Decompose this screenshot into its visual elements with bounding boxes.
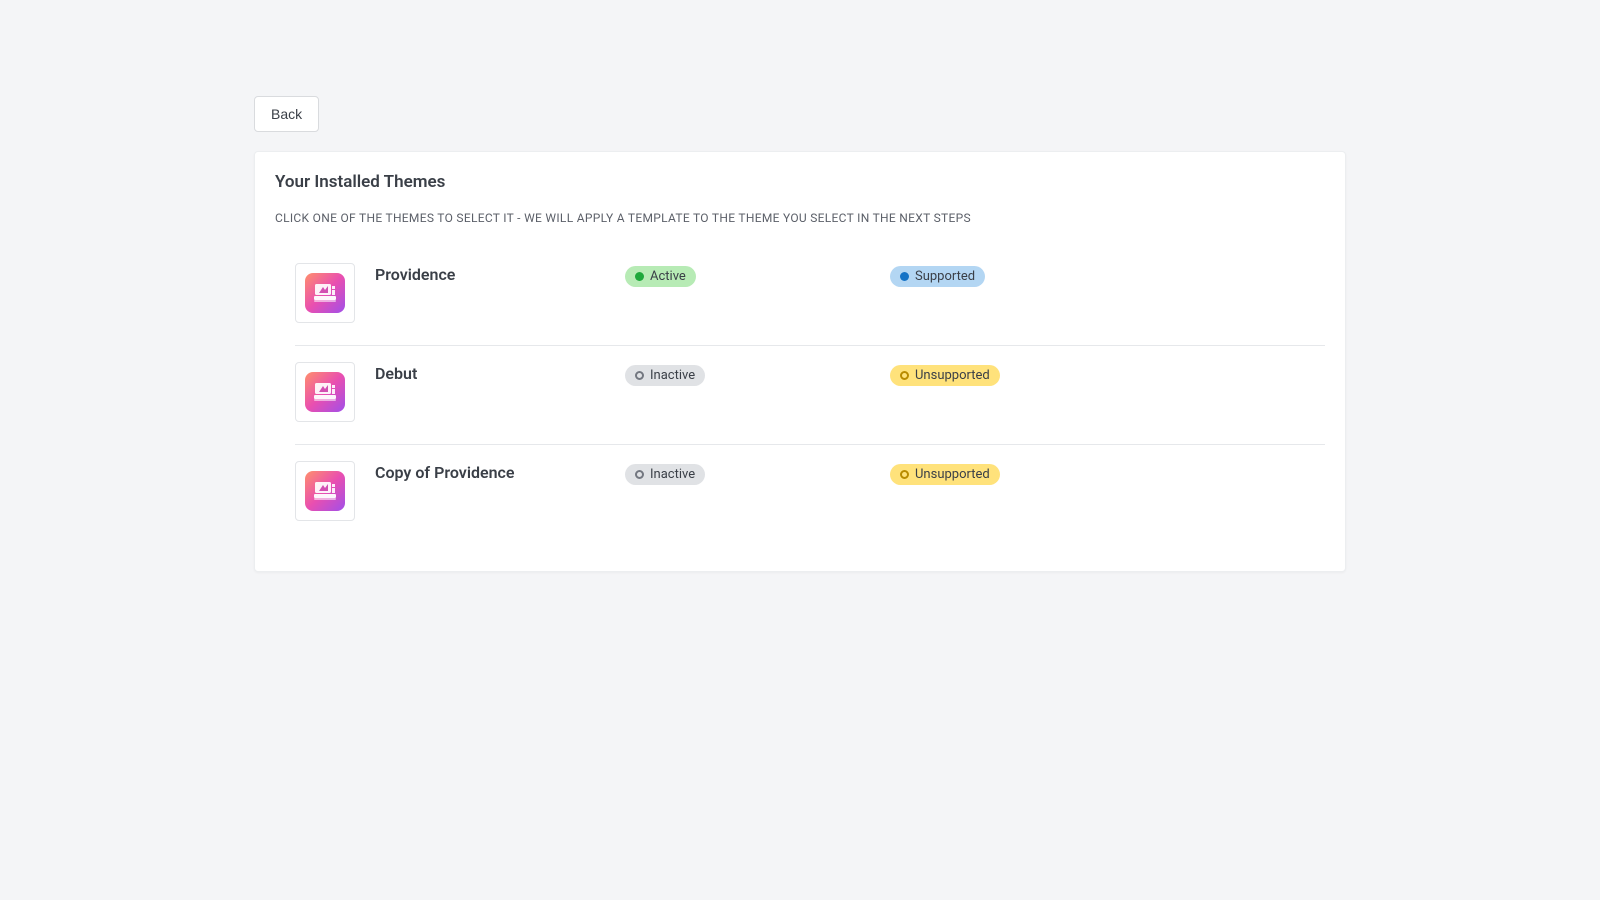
theme-icon — [305, 273, 345, 313]
theme-support-column: Supported — [890, 263, 985, 287]
card-title: Your Installed Themes — [275, 172, 1325, 192]
theme-thumbnail — [295, 362, 355, 422]
theme-name: Copy of Providence — [375, 461, 625, 482]
theme-status-column: Active — [625, 263, 890, 287]
theme-support-column: Unsupported — [890, 461, 1000, 485]
dot-outline-icon — [635, 371, 644, 380]
status-label: Active — [650, 269, 686, 284]
dot-outline-icon — [900, 371, 909, 380]
theme-name: Providence — [375, 263, 625, 284]
status-inactive-badge: Inactive — [625, 464, 705, 485]
dot-outline-icon — [900, 470, 909, 479]
status-label: Inactive — [650, 467, 695, 482]
theme-thumbnail — [295, 461, 355, 521]
page-container: Back Your Installed Themes CLICK ONE OF … — [0, 0, 1600, 572]
theme-thumbnail — [295, 263, 355, 323]
theme-status-column: Inactive — [625, 362, 890, 386]
card-subtitle: CLICK ONE OF THE THEMES TO SELECT IT - W… — [275, 211, 1325, 225]
themes-card: Your Installed Themes CLICK ONE OF THE T… — [254, 151, 1346, 572]
theme-row[interactable]: Providence Active Supported — [295, 247, 1325, 346]
theme-status-column: Inactive — [625, 461, 890, 485]
support-supported-badge: Supported — [890, 266, 985, 287]
status-active-badge: Active — [625, 266, 696, 287]
theme-list: Providence Active Supported Debut Inactive U… — [275, 247, 1325, 543]
status-label: Inactive — [650, 368, 695, 383]
dot-outline-icon — [635, 470, 644, 479]
support-label: Unsupported — [915, 467, 990, 482]
theme-row[interactable]: Debut Inactive Unsupported — [295, 346, 1325, 445]
support-unsupported-badge: Unsupported — [890, 464, 1000, 485]
theme-name: Debut — [375, 362, 625, 383]
status-inactive-badge: Inactive — [625, 365, 705, 386]
theme-support-column: Unsupported — [890, 362, 1000, 386]
support-label: Unsupported — [915, 368, 990, 383]
theme-icon — [305, 471, 345, 511]
dot-filled-icon — [900, 272, 909, 281]
theme-row[interactable]: Copy of Providence Inactive Unsupported — [295, 445, 1325, 543]
dot-filled-icon — [635, 272, 644, 281]
theme-icon — [305, 372, 345, 412]
support-label: Supported — [915, 269, 975, 284]
support-unsupported-badge: Unsupported — [890, 365, 1000, 386]
back-button[interactable]: Back — [254, 96, 319, 132]
